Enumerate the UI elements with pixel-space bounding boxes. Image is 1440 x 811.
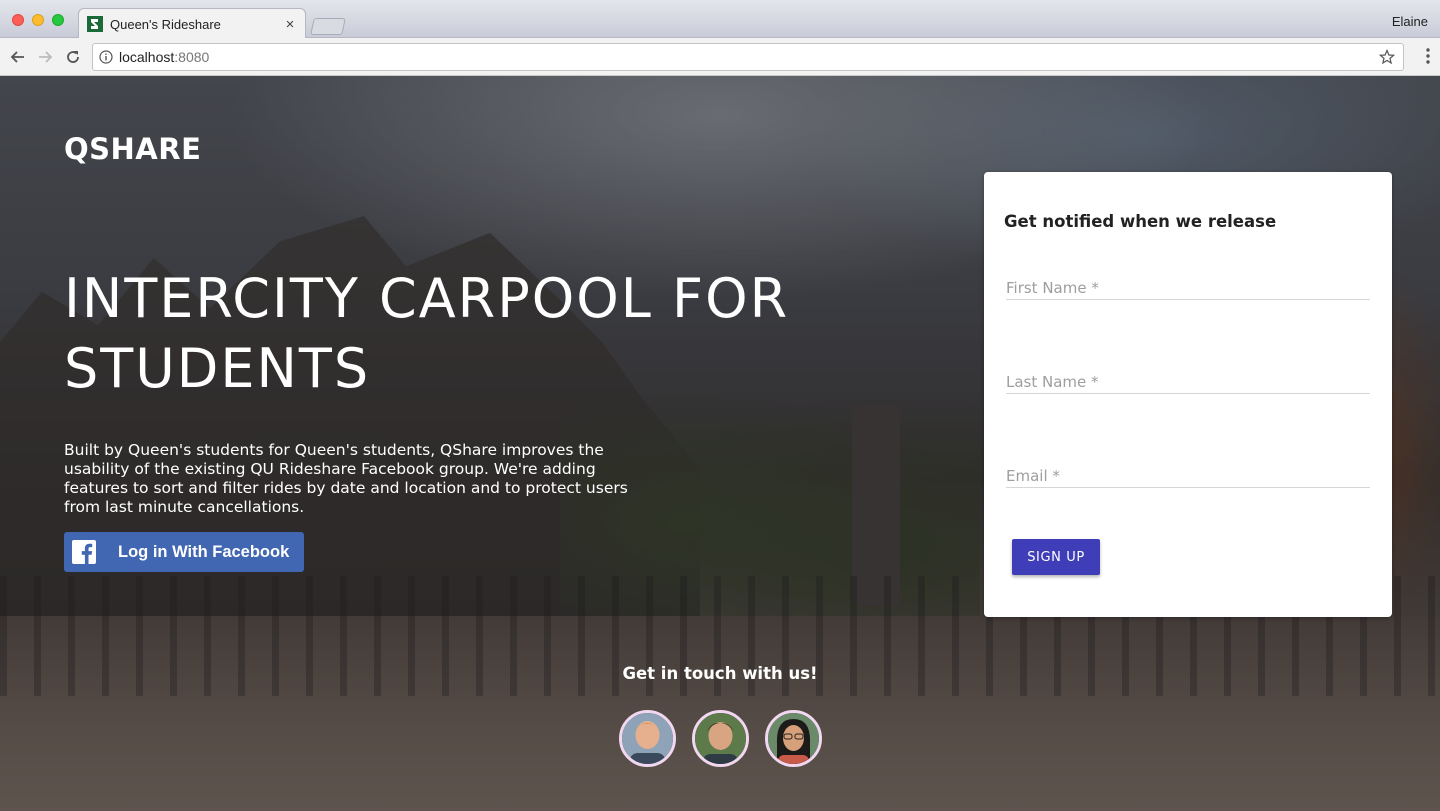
facebook-login-label: Log in With Facebook	[118, 542, 290, 561]
back-button[interactable]	[8, 47, 28, 67]
browser-titlebar: Queen's Rideshare × Elaine	[0, 0, 1440, 39]
menu-dots-icon[interactable]	[1426, 48, 1430, 64]
signup-heading: Get notified when we release	[1004, 212, 1277, 231]
forward-button[interactable]	[35, 47, 55, 67]
info-icon[interactable]	[99, 50, 113, 64]
hero-description: Built by Queen's students for Queen's st…	[64, 441, 628, 516]
facebook-login-button[interactable]: Log in With Facebook	[64, 532, 304, 572]
team-member-avatar[interactable]	[619, 710, 676, 767]
contact-heading: Get in touch with us!	[622, 664, 818, 683]
team-member-avatar[interactable]	[765, 710, 822, 767]
site-favicon-icon	[87, 16, 103, 32]
email-field-wrapper	[1006, 458, 1370, 488]
star-icon[interactable]	[1379, 49, 1395, 65]
profile-name[interactable]: Elaine	[1392, 14, 1428, 29]
reload-icon	[67, 51, 79, 63]
browser-toolbar: localhost:8080	[0, 38, 1440, 76]
email-input[interactable]	[1006, 458, 1370, 487]
maximize-window-button[interactable]	[52, 14, 64, 26]
landing-page: QSHARE INTERCITY CARPOOL FOR STUDENTS Bu…	[0, 76, 1440, 811]
facebook-icon	[72, 540, 96, 564]
team-member-avatar[interactable]	[692, 710, 749, 767]
url-port: :8080	[174, 49, 210, 65]
sign-up-button[interactable]: SIGN UP	[1012, 539, 1100, 575]
tab-close-button[interactable]: ×	[283, 16, 297, 33]
team-avatars	[619, 710, 822, 767]
back-arrow-icon	[10, 51, 24, 63]
forward-arrow-icon	[39, 51, 53, 63]
browser-tab[interactable]: Queen's Rideshare ×	[78, 8, 306, 39]
address-bar[interactable]: localhost:8080	[92, 43, 1404, 71]
signup-card: Get notified when we release SIGN UP	[984, 172, 1392, 617]
hero-title: INTERCITY CARPOOL FOR STUDENTS	[64, 267, 790, 400]
first-name-field-wrapper	[1006, 270, 1370, 300]
close-window-button[interactable]	[12, 14, 24, 26]
site-logo[interactable]: QSHARE	[64, 132, 201, 166]
last-name-input[interactable]	[1006, 364, 1370, 393]
reload-button[interactable]	[63, 47, 83, 67]
new-tab-button[interactable]	[310, 18, 346, 35]
tab-title: Queen's Rideshare	[110, 16, 221, 32]
last-name-field-wrapper	[1006, 364, 1370, 394]
first-name-input[interactable]	[1006, 270, 1370, 299]
minimize-window-button[interactable]	[32, 14, 44, 26]
url-host: localhost	[119, 49, 175, 65]
